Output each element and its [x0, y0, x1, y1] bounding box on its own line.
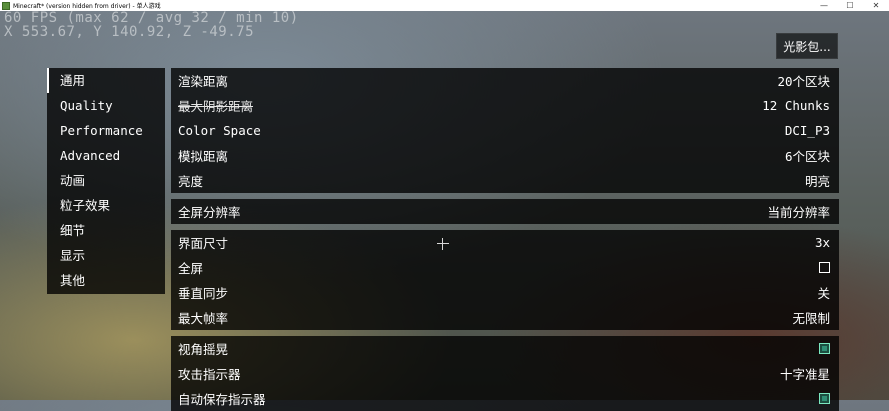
option-label: 攻击指示器	[178, 367, 241, 382]
autosave-indicator-checkbox[interactable]	[819, 393, 830, 404]
option-value: 3x	[814, 235, 830, 250]
sidebar-item-animations[interactable]: 动画	[47, 168, 165, 193]
options-panel-window: 界面尺寸 3x 全屏 垂直同步 关 最大帧率 无限制	[171, 230, 839, 330]
close-button[interactable]: ✕	[863, 0, 889, 11]
maximize-button[interactable]: ☐	[837, 0, 863, 11]
sidebar-item-particles[interactable]: 粒子效果	[47, 193, 165, 218]
sidebar-item-general[interactable]: 通用	[47, 68, 165, 93]
view-bobbing-checkbox[interactable]	[819, 343, 830, 354]
options-panel-rendering: 渲染距离 20个区块 最大阴影距离 12 Chunks Color Space …	[171, 68, 839, 193]
autosave-indicator-option[interactable]: 自动保存指示器	[171, 386, 839, 411]
option-value: 12 Chunks	[762, 98, 830, 113]
option-label: 渲染距离	[178, 74, 229, 89]
sidebar-item-details[interactable]: 细节	[47, 218, 165, 243]
option-label: 视角摇晃	[178, 342, 229, 357]
option-value: 无限制	[792, 311, 830, 326]
option-value: DCI_P3	[784, 123, 830, 138]
option-label: 最大阴影距离	[178, 99, 254, 114]
option-value: 20个区块	[777, 74, 830, 89]
settings-category-sidebar: 通用 Quality Performance Advanced 动画 粒子效果 …	[47, 68, 165, 294]
options-panel-resolution: 全屏分辨率 当前分辨率	[171, 199, 839, 224]
color-space-option[interactable]: Color Space DCI_P3	[171, 118, 839, 143]
coordinates-readout: X 553.67, Y 140.92, Z -49.75	[4, 24, 255, 40]
option-label: Color Space	[178, 123, 261, 138]
max-shadow-distance-option[interactable]: 最大阴影距离 12 Chunks	[171, 93, 839, 118]
option-label: 自动保存指示器	[178, 392, 266, 407]
option-value: 十字准星	[779, 367, 830, 382]
brightness-option[interactable]: 亮度 明亮	[171, 168, 839, 193]
option-label: 垂直同步	[178, 286, 229, 301]
option-value: 关	[817, 286, 830, 301]
window-title: Minecraft* (version hidden from driver) …	[13, 3, 161, 10]
crosshair-icon	[437, 238, 449, 250]
option-label: 亮度	[178, 174, 204, 189]
minecraft-app-icon	[2, 1, 10, 10]
sidebar-item-quality[interactable]: Quality	[47, 93, 165, 118]
sidebar-item-other[interactable]: 其他	[47, 268, 165, 293]
option-label: 全屏分辨率	[178, 205, 241, 220]
simulation-distance-option[interactable]: 模拟距离 6个区块	[171, 143, 839, 168]
sidebar-item-performance[interactable]: Performance	[47, 118, 165, 143]
fullscreen-option[interactable]: 全屏	[171, 255, 839, 280]
attack-indicator-option[interactable]: 攻击指示器 十字准星	[171, 361, 839, 386]
option-value: 6个区块	[784, 149, 830, 164]
minimize-button[interactable]: —	[811, 0, 837, 11]
render-distance-option[interactable]: 渲染距离 20个区块	[171, 68, 839, 93]
gui-scale-option[interactable]: 界面尺寸 3x	[171, 230, 839, 255]
sidebar-item-advanced[interactable]: Advanced	[47, 143, 165, 168]
max-framerate-option[interactable]: 最大帧率 无限制	[171, 305, 839, 330]
vsync-option[interactable]: 垂直同步 关	[171, 280, 839, 305]
fullscreen-checkbox[interactable]	[819, 262, 830, 273]
option-label: 界面尺寸	[178, 236, 229, 251]
option-label: 模拟距离	[178, 149, 229, 164]
shader-packs-button[interactable]: 光影包...	[776, 33, 838, 59]
option-label: 全屏	[178, 261, 204, 276]
sidebar-item-display[interactable]: 显示	[47, 243, 165, 268]
fullscreen-resolution-option[interactable]: 全屏分辨率 当前分辨率	[171, 199, 839, 224]
view-bobbing-option[interactable]: 视角摇晃	[171, 336, 839, 361]
option-value: 当前分辨率	[767, 205, 830, 220]
option-value: 明亮	[804, 174, 830, 189]
option-label: 最大帧率	[178, 311, 229, 326]
